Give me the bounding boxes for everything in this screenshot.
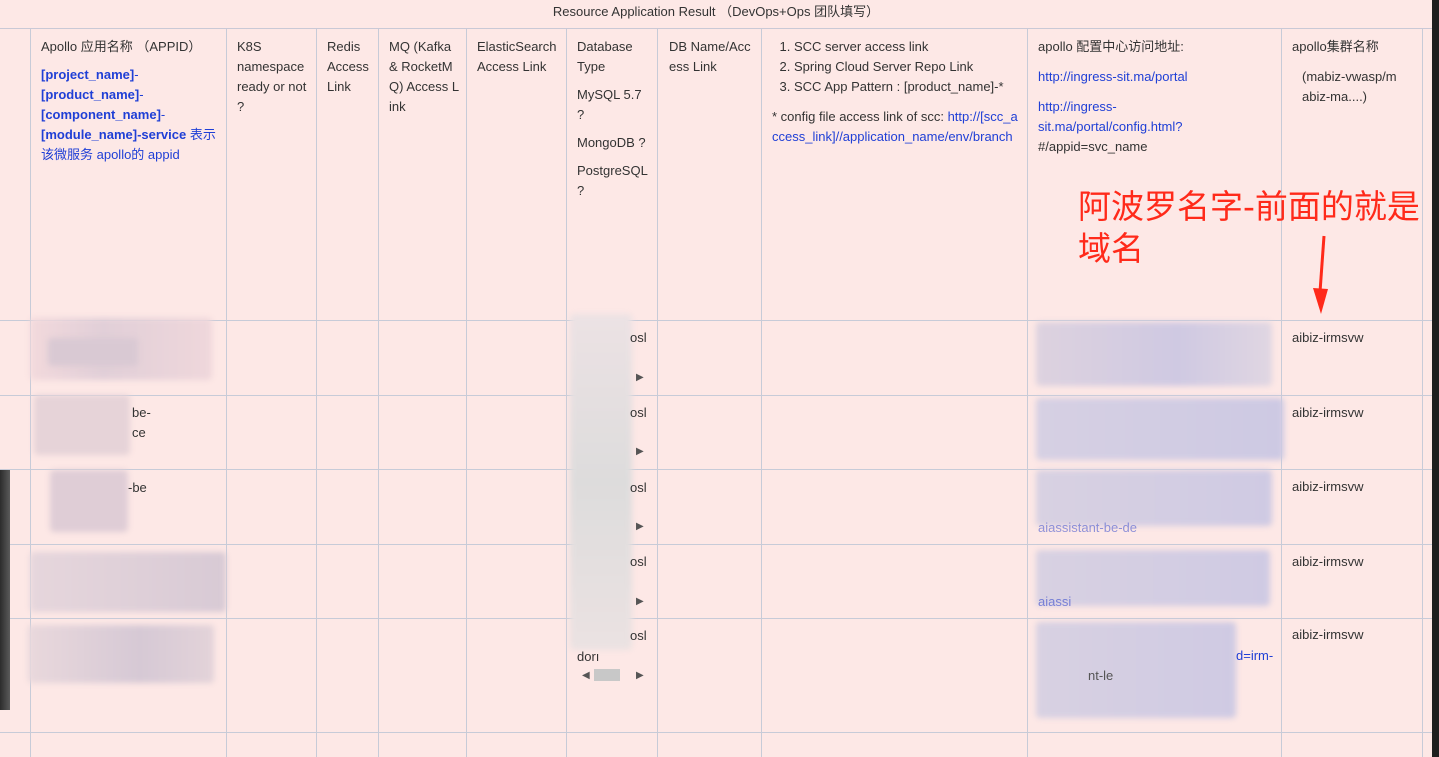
col-divider <box>226 29 227 757</box>
header-apollo-title: Apollo 应用名称 （APPID） <box>41 39 202 54</box>
redacted-block <box>50 470 128 532</box>
col-divider <box>761 29 762 757</box>
col-divider <box>378 29 379 757</box>
scc-item-3: SCC App Pattern : [product_name]-* <box>794 77 1022 97</box>
header-k8s: K8S namespace ready or not ? <box>237 39 307 114</box>
scc-list: SCC server access link Spring Cloud Serv… <box>772 37 1022 97</box>
row3-app-partial: -be <box>128 480 147 495</box>
row-divider <box>0 732 1432 733</box>
redacted-block <box>1036 398 1284 460</box>
row5-db-partial-b: dorı <box>577 649 600 664</box>
scroll-right-icon[interactable]: ▶ <box>636 372 644 383</box>
cluster-title: apollo集群名称 <box>1292 39 1379 54</box>
scrollbar-thumb[interactable] <box>594 669 620 681</box>
placeholder-product-name: [product_name] <box>41 87 140 102</box>
placeholder-component-name: [component_name] <box>41 107 161 122</box>
col-divider <box>566 29 567 757</box>
row5-db-partial: osl <box>630 628 647 643</box>
col-divider <box>657 29 658 757</box>
redacted-block <box>48 338 138 366</box>
redacted-block <box>1036 622 1236 718</box>
apollo-portal-link[interactable]: http://ingress-sit.ma/portal <box>1038 67 1274 87</box>
header-es: ElasticSearch Access Link <box>477 39 557 74</box>
db-option-postgresql: PostgreSQL ? <box>577 163 648 198</box>
redacted-block <box>34 395 130 455</box>
scc-note: * config file access link of scc: <box>772 109 948 124</box>
redacted-block <box>28 625 214 683</box>
header-redis: Redis Access Link <box>327 39 369 94</box>
col-divider <box>1422 29 1423 757</box>
db-option-mongodb: MongoDB ? <box>577 135 646 150</box>
row3-addr-partial: aiassistant-be-de <box>1038 520 1137 535</box>
row1-db-partial: osl <box>630 330 647 345</box>
row5-cluster: aibiz-irmsvw <box>1292 627 1364 642</box>
table-banner: Resource Application Result （DevOps+Ops … <box>0 0 1432 29</box>
row-divider <box>0 618 1432 619</box>
redacted-block <box>30 552 226 612</box>
background-shadow <box>0 470 10 710</box>
header-scc: SCC server access link Spring Cloud Serv… <box>772 37 1022 147</box>
header-apollo-appid: Apollo 应用名称 （APPID） [project_name]- [pro… <box>41 37 221 165</box>
header-mq: MQ (Kafka & RocketMQ) Access Link <box>389 39 460 114</box>
apollo-config-link[interactable]: http://ingress-sit.ma/portal/config.html… <box>1038 99 1183 134</box>
scroll-right-icon[interactable]: ▶ <box>636 596 644 607</box>
row5-addr-partial: d=irm- <box>1236 648 1274 663</box>
row-divider <box>0 320 1432 321</box>
db-type-title: Database Type <box>577 39 633 74</box>
row2-app-partial: be- <box>132 405 151 420</box>
row-divider <box>0 395 1432 396</box>
annotation-text: 阿波罗名字-前面的就是域名 <box>1078 187 1420 268</box>
row3-db-partial: osl <box>630 480 647 495</box>
scroll-right-icon[interactable]: ▶ <box>636 670 644 681</box>
row2-app-partial-b: ce <box>132 425 146 440</box>
col-divider <box>1281 29 1282 757</box>
row2-db-partial: osl <box>630 405 647 420</box>
row4-db-partial: osl <box>630 554 647 569</box>
row4-cluster: aibiz-irmsvw <box>1292 554 1364 569</box>
window-edge <box>1432 0 1439 757</box>
annotation-arrow-icon <box>1313 235 1328 314</box>
header-db-type: Database Type MySQL 5.7 ? MongoDB ? Post… <box>577 37 651 201</box>
redacted-block <box>570 314 632 650</box>
row5-addr-partial-b: nt-le <box>1088 668 1114 683</box>
scc-item-2: Spring Cloud Server Repo Link <box>794 57 1022 77</box>
placeholder-project-name: [project_name] <box>41 67 135 82</box>
cluster-example: (mabiz-vwasp/mabiz-ma....) <box>1302 69 1397 104</box>
header-apollo-address: apollo 配置中心访问地址: http://ingress-sit.ma/p… <box>1038 37 1274 157</box>
col-divider <box>1027 29 1028 757</box>
apollo-config-appid: #/appid=svc_name <box>1038 139 1148 154</box>
scroll-right-icon[interactable]: ▶ <box>636 521 644 532</box>
row4-addr-partial: aiassi <box>1038 594 1072 609</box>
row3-cluster: aibiz-irmsvw <box>1292 479 1364 494</box>
scc-item-1: SCC server access link <box>794 37 1022 57</box>
header-db-name: DB Name/Access Link <box>669 39 751 74</box>
header-cluster: apollo集群名称 (mabiz-vwasp/mabiz-ma....) <box>1292 37 1416 107</box>
row2-cluster: aibiz-irmsvw <box>1292 405 1364 420</box>
col-divider <box>316 29 317 757</box>
resource-table: Resource Application Result （DevOps+Ops … <box>0 0 1432 757</box>
apollo-address-title: apollo 配置中心访问地址: <box>1038 39 1184 54</box>
scroll-right-icon[interactable]: ▶ <box>636 446 644 457</box>
placeholder-module-name: [module_name]-service <box>41 127 187 142</box>
col-divider <box>466 29 467 757</box>
row-divider <box>0 544 1432 545</box>
redacted-block <box>1036 322 1272 386</box>
db-option-mysql: MySQL 5.7 ? <box>577 87 642 122</box>
scroll-left-icon[interactable]: ◀ <box>582 670 590 681</box>
row1-cluster: aibiz-irmsvw <box>1292 330 1364 345</box>
